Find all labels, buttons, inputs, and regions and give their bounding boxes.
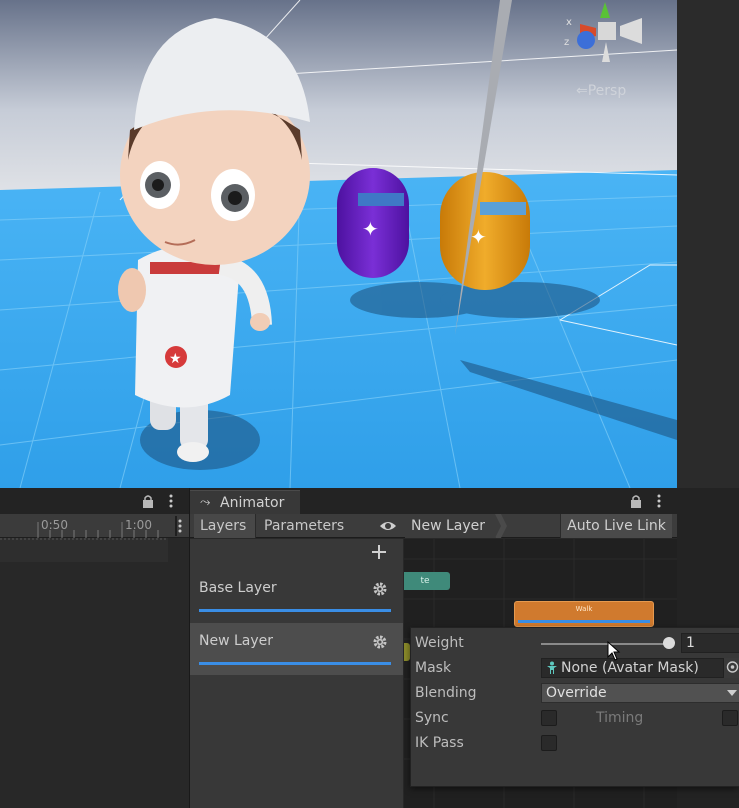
purple-capsule[interactable]: ✦ bbox=[337, 168, 409, 278]
breadcrumb-arrow-icon bbox=[495, 514, 507, 538]
kebab-menu-icon[interactable] bbox=[169, 494, 173, 508]
sky bbox=[0, 0, 677, 200]
blending-label: Blending bbox=[415, 685, 477, 701]
add-layer-icon[interactable] bbox=[370, 543, 388, 561]
gear-icon[interactable] bbox=[372, 581, 388, 597]
tab-animator[interactable]: ⤳ Animator bbox=[190, 490, 300, 514]
weight-slider[interactable] bbox=[541, 643, 669, 645]
timeline-track-row[interactable] bbox=[0, 538, 168, 562]
animator-tabbar: ⤳ Animator bbox=[190, 488, 677, 514]
ik-pass-label: IK Pass bbox=[415, 735, 464, 751]
timing-label: Timing bbox=[596, 710, 644, 726]
lock-icon[interactable] bbox=[630, 494, 642, 508]
projection-mode-text: Persp bbox=[587, 83, 627, 99]
ruler-ticks bbox=[37, 516, 177, 538]
mask-value: None (Avatar Mask) bbox=[561, 660, 699, 676]
gear-icon[interactable] bbox=[372, 634, 388, 650]
layer-item-base-layer[interactable]: Base Layer bbox=[190, 570, 403, 622]
layer-item-new-layer[interactable]: New Layer bbox=[190, 623, 403, 675]
gizmo-z-label: z bbox=[564, 37, 570, 48]
layers-list: Base Layer New Layer bbox=[190, 539, 403, 808]
animator-icon: ⤳ bbox=[200, 495, 211, 510]
scene-view[interactable]: ✦ ✦ ★ x z ⇐Persp bbox=[0, 0, 677, 488]
timeline-panel: 0:50 1:00 bbox=[0, 488, 189, 808]
breadcrumb-layer: New Layer bbox=[411, 518, 486, 534]
tab-animator-label: Animator bbox=[220, 495, 285, 511]
scene-right-gutter bbox=[677, 0, 739, 488]
sync-label: Sync bbox=[415, 710, 449, 726]
weight-slider-fill bbox=[541, 643, 669, 645]
back-arrow-icon: ⇐ bbox=[576, 83, 588, 99]
avatar-mask-icon bbox=[547, 661, 557, 674]
chevron-down-icon bbox=[727, 690, 737, 696]
ruler-tick-label: 1:00 bbox=[125, 518, 152, 532]
state-node-teal[interactable]: te bbox=[404, 572, 450, 590]
eye-icon[interactable] bbox=[379, 520, 397, 532]
dotted-track-line bbox=[0, 538, 168, 540]
layers-tab-button[interactable]: Layers bbox=[194, 514, 256, 538]
sync-checkbox[interactable] bbox=[541, 710, 557, 726]
timeline-tabbar bbox=[0, 488, 189, 514]
state-node-label: te bbox=[420, 576, 430, 586]
state-node-orange[interactable]: Walk bbox=[514, 601, 654, 627]
ik-pass-checkbox[interactable] bbox=[541, 735, 557, 751]
layer-name: New Layer bbox=[199, 633, 274, 649]
layer-settings-popup: Weight 1 Mask None (Avatar Mask) Blendin… bbox=[410, 627, 739, 787]
scene-viewport[interactable]: ✦ ✦ ★ bbox=[0, 0, 677, 488]
state-node-label: Walk bbox=[575, 605, 593, 613]
breadcrumb[interactable]: New Layer bbox=[405, 514, 496, 538]
mask-object-field[interactable]: None (Avatar Mask) bbox=[541, 658, 739, 678]
star-icon: ★ bbox=[169, 351, 182, 367]
layer-weight-bar bbox=[199, 662, 391, 665]
timeline-ruler[interactable]: 0:50 1:00 bbox=[0, 514, 189, 538]
kebab-menu-icon[interactable] bbox=[657, 494, 661, 508]
blending-dropdown[interactable]: Override bbox=[541, 683, 739, 703]
ruler-tick-label: 0:50 bbox=[41, 518, 68, 532]
mask-label: Mask bbox=[415, 660, 452, 676]
weight-field[interactable]: 1 bbox=[681, 633, 739, 653]
layer-weight-bar bbox=[199, 609, 391, 612]
weight-slider-thumb[interactable] bbox=[663, 637, 675, 649]
orange-capsule[interactable]: ✦ bbox=[440, 172, 530, 290]
sparkle-icon: ✦ bbox=[362, 217, 379, 241]
target-icon bbox=[726, 661, 739, 673]
kebab-menu-icon[interactable] bbox=[178, 519, 182, 533]
lock-icon[interactable] bbox=[142, 494, 154, 508]
auto-live-link-button[interactable]: Auto Live Link bbox=[560, 514, 672, 538]
projection-mode-label[interactable]: ⇐Persp bbox=[576, 83, 626, 99]
weight-label: Weight bbox=[415, 635, 464, 651]
parameters-tab-button[interactable]: Parameters bbox=[258, 514, 350, 538]
layer-name: Base Layer bbox=[199, 580, 277, 596]
state-progress-bar bbox=[518, 620, 650, 623]
gizmo-x-label: x bbox=[566, 17, 572, 28]
timing-checkbox[interactable] bbox=[722, 710, 738, 726]
mouse-cursor-icon bbox=[607, 641, 621, 661]
blending-value: Override bbox=[546, 685, 607, 701]
object-picker-button[interactable] bbox=[723, 658, 739, 678]
